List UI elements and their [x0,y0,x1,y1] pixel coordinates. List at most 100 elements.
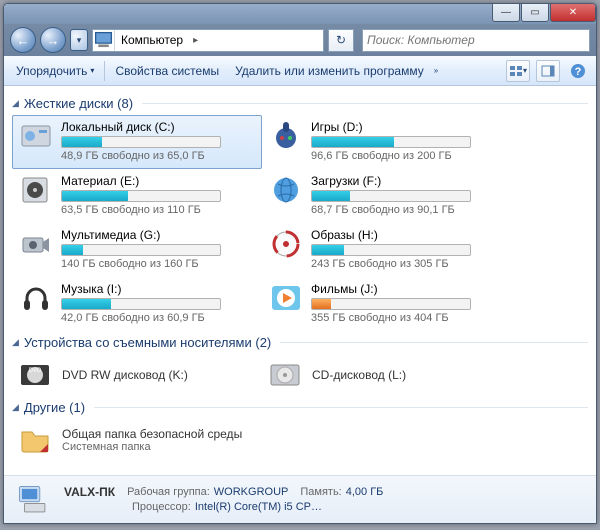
drive-name: Музыка (I:) [61,282,257,296]
drive-name: Образы (H:) [311,228,507,242]
close-button[interactable]: ✕ [550,4,596,22]
drive-freespace: 48,9 ГБ свободно из 65,0 ГБ [61,150,257,162]
capacity-bar [311,298,471,310]
drive-icon [267,119,305,153]
toolbar: Упорядочить ▾ Свойства системы Удалить и… [4,56,596,86]
svg-text:DVD: DVD [29,368,42,374]
group-header-removable[interactable]: ◢ Устройства со съемными носителями (2) [12,335,588,350]
group-label: Жесткие диски (8) [24,96,133,111]
organize-menu[interactable]: Упорядочить ▾ [10,60,100,82]
item-name: Общая папка безопасной среды [62,427,242,441]
item-name: CD-дисковод (L:) [312,368,406,382]
content-area: ◢ Жесткие диски (8) Локальный диск (C:) 4… [4,86,596,475]
capacity-bar [311,190,471,202]
drive-name: Фильмы (J:) [311,282,507,296]
drive-icon [17,227,55,261]
drive-item[interactable]: Музыка (I:) 42,0 ГБ свободно из 60,9 ГБ [12,277,262,331]
removable-item[interactable]: DVD DVD RW дисковод (K:) [12,354,262,396]
dropdown-icon: ▾ [90,66,94,75]
other-item[interactable]: Общая папка безопасной средыСистемная па… [12,419,262,461]
capacity-bar [61,190,221,202]
group-header-hdd[interactable]: ◢ Жесткие диски (8) [12,96,588,111]
drive-item[interactable]: Игры (D:) 96,6 ГБ свободно из 200 ГБ [262,115,512,169]
cpu-value: Intel(R) Core(TM) i5 CP… [195,501,322,513]
group-label: Устройства со съемными носителями (2) [24,335,271,350]
preview-pane-button[interactable] [536,60,560,82]
overflow-icon[interactable]: » [434,66,438,75]
separator [104,61,105,81]
drive-item[interactable]: Фильмы (J:) 355 ГБ свободно из 404 ГБ [262,277,512,331]
breadcrumb[interactable]: Компьютер ▸ [92,29,324,52]
back-button[interactable]: ← [10,27,36,53]
collapse-icon: ◢ [12,402,19,413]
refresh-button[interactable]: ↻ [328,29,354,52]
drive-name: Игры (D:) [311,120,507,134]
capacity-bar [61,136,221,148]
pc-name: VALX-ПК [64,485,115,500]
drive-freespace: 140 ГБ свободно из 160 ГБ [61,258,257,270]
drive-freespace: 355 ГБ свободно из 404 ГБ [311,312,507,324]
view-options-button[interactable]: ▾ [506,60,530,82]
capacity-bar [311,244,471,256]
minimize-button[interactable]: — [492,4,520,22]
optical-drive-icon [266,358,304,392]
drive-icon [17,119,55,153]
svg-text:?: ? [575,66,582,78]
recent-locations-button[interactable]: ▾ [70,29,88,51]
collapse-icon: ◢ [12,98,19,109]
drive-item[interactable]: Мультимедиа (G:) 140 ГБ свободно из 160 Г… [12,223,262,277]
breadcrumb-label[interactable]: Компьютер [115,33,189,47]
drive-item[interactable]: Образы (H:) 243 ГБ свободно из 305 ГБ [262,223,512,277]
computer-icon [12,481,54,519]
memory-value: 4,00 ГБ [346,486,384,498]
explorer-window: — ▭ ✕ ← → ▾ Компьютер ▸ ↻ Упорядочить ▾ … [3,3,597,524]
details-pane: VALX-ПК Рабочая группа: WORKGROUP Память:… [4,475,596,523]
search-box[interactable] [362,29,590,52]
nav-row: ← → ▾ Компьютер ▸ ↻ [4,24,596,56]
system-properties-button[interactable]: Свойства системы [109,60,225,82]
drive-freespace: 42,0 ГБ свободно из 60,9 ГБ [61,312,257,324]
optical-drive-icon: DVD [16,358,54,392]
drive-icon [267,173,305,207]
drive-freespace: 243 ГБ свободно из 305 ГБ [311,258,507,270]
drive-icon [267,227,305,261]
drive-name: Локальный диск (C:) [61,120,257,134]
drives-list: Локальный диск (C:) 48,9 ГБ свободно из 6… [12,115,588,331]
capacity-bar [61,298,221,310]
item-type: Системная папка [62,441,242,453]
memory-label: Память: [300,486,341,498]
drive-name: Загрузки (F:) [311,174,507,188]
workgroup-value: WORKGROUP [214,486,289,498]
help-button[interactable]: ? [566,60,590,82]
drive-name: Мультимедиа (G:) [61,228,257,242]
capacity-bar [311,136,471,148]
group-label: Другие (1) [24,400,85,415]
capacity-bar [61,244,221,256]
other-list: Общая папка безопасной средыСистемная па… [12,419,588,461]
group-header-other[interactable]: ◢ Другие (1) [12,400,588,415]
drive-item[interactable]: Загрузки (F:)68,7 ГБ свободно из 90,1 ГБ [262,169,512,223]
drive-item[interactable]: Локальный диск (C:) 48,9 ГБ свободно из 6… [12,115,262,169]
maximize-button[interactable]: ▭ [521,4,549,22]
removable-item[interactable]: CD-дисковод (L:) [262,354,512,396]
workgroup-label: Рабочая группа: [127,486,210,498]
breadcrumb-arrow-icon[interactable]: ▸ [189,35,202,46]
titlebar: — ▭ ✕ [4,4,596,24]
drive-icon [17,173,55,207]
drive-icon [17,281,55,315]
drive-freespace: 96,6 ГБ свободно из 200 ГБ [311,150,507,162]
drive-freespace: 63,5 ГБ свободно из 110 ГБ [61,204,257,216]
folder-icon [16,423,54,457]
drive-item[interactable]: Материал (E:) 63,5 ГБ свободно из 110 ГБ [12,169,262,223]
drive-name: Материал (E:) [61,174,257,188]
item-name: DVD RW дисковод (K:) [62,368,188,382]
search-input[interactable] [367,33,585,47]
drive-icon [267,281,305,315]
uninstall-program-button[interactable]: Удалить или изменить программу [229,60,430,82]
cpu-label: Процессор: [132,501,191,513]
forward-button[interactable]: → [40,27,66,53]
removable-list: DVD DVD RW дисковод (K:) CD-дисковод (L:) [12,354,588,396]
organize-label: Упорядочить [16,64,87,78]
computer-icon [93,30,115,51]
collapse-icon: ◢ [12,337,19,348]
